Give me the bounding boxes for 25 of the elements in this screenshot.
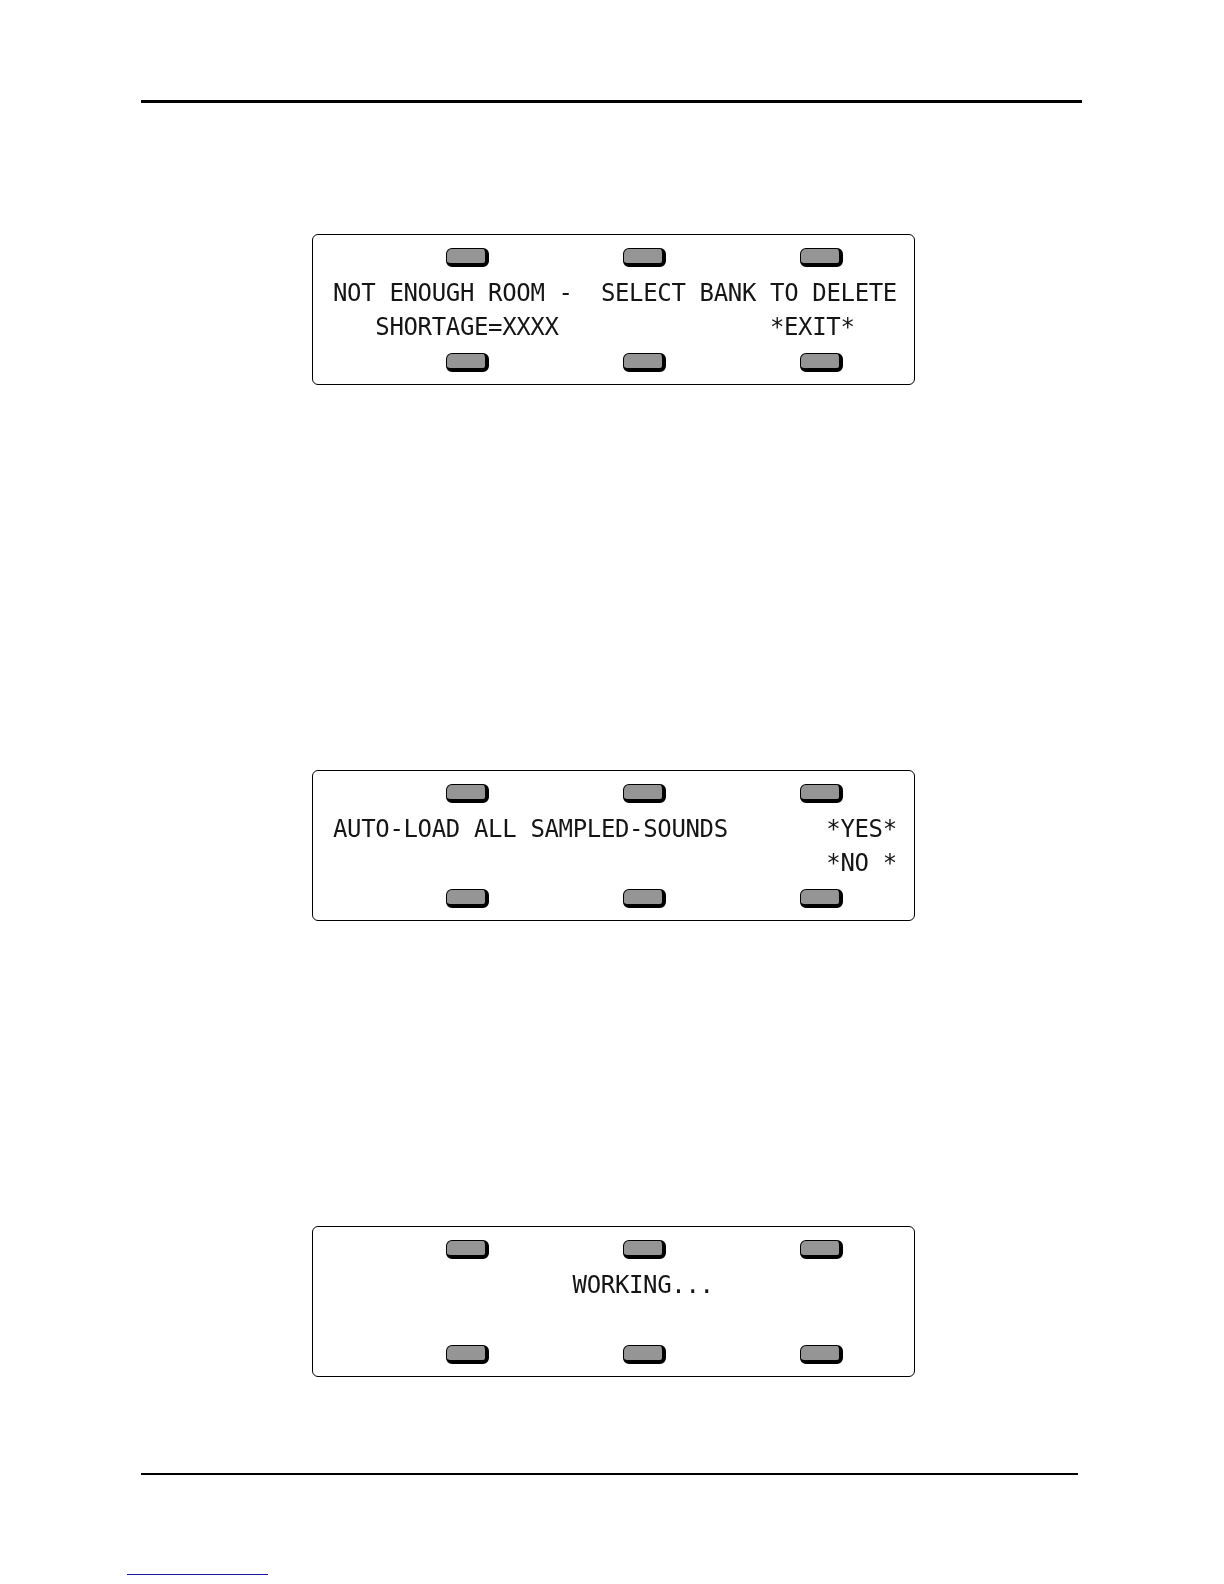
soft-key-button[interactable] [446,1240,489,1259]
lcd-text: WORKING... [572,1270,714,1301]
lcd-text: *NO * [826,848,897,879]
lcd-text: *EXIT* [769,312,855,343]
soft-key-button[interactable] [623,784,666,803]
soft-key-button[interactable] [800,1240,843,1259]
lcd-text: *YES* [826,814,897,845]
soft-key-button[interactable] [446,784,489,803]
soft-key-button[interactable] [800,784,843,803]
soft-key-button[interactable] [446,353,489,372]
soft-key-button[interactable] [800,889,843,908]
lcd-text: SHORTAGE=XXXX [375,312,559,343]
soft-key-button[interactable] [800,1345,843,1364]
soft-key-button[interactable] [800,353,843,372]
soft-key-button[interactable] [623,353,666,372]
soft-key-button[interactable] [446,248,489,267]
soft-key-button[interactable] [446,889,489,908]
soft-key-button[interactable] [623,248,666,267]
soft-key-button[interactable] [446,1345,489,1364]
soft-key-button[interactable] [623,1240,666,1259]
soft-key-button[interactable] [623,1345,666,1364]
lcd-text: NOT ENOUGH ROOM - SELECT BANK TO DELETE [333,278,897,309]
soft-key-button[interactable] [623,889,666,908]
soft-key-button[interactable] [800,248,843,267]
lcd-text: AUTO-LOAD ALL SAMPLED-SOUNDS [333,814,728,845]
